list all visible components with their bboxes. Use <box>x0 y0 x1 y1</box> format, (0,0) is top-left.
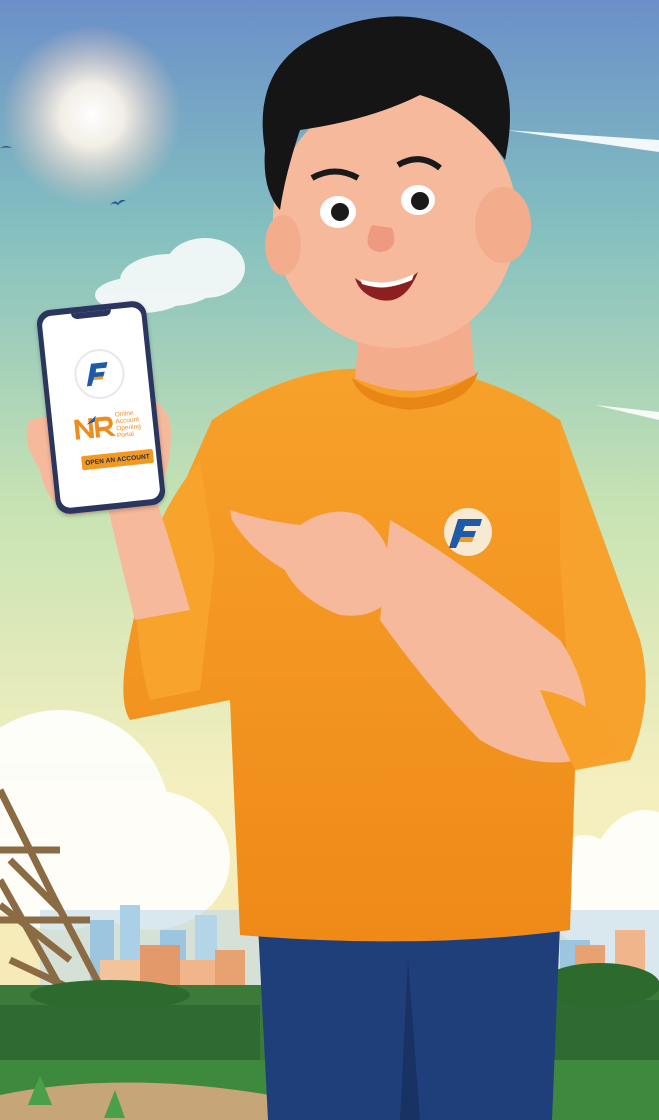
app-logo <box>72 346 127 402</box>
portal-text: Online Account Opening Portal <box>115 407 158 440</box>
f-logo-icon <box>444 508 492 556</box>
sun-icon <box>2 25 182 205</box>
phone: Online Account Opening Portal OPEN AN AC… <box>35 299 167 516</box>
open-account-button[interactable]: OPEN AN ACCOUNT <box>80 448 155 471</box>
phone-screen: Online Account Opening Portal OPEN AN AC… <box>41 306 161 509</box>
hero-illustration: Online Account Opening Portal OPEN AN AC… <box>0 0 659 1120</box>
phone-notch <box>70 308 112 320</box>
f-logo-icon <box>86 362 108 387</box>
illustration-canvas <box>0 0 659 1120</box>
nr-portal-icon <box>74 415 117 440</box>
